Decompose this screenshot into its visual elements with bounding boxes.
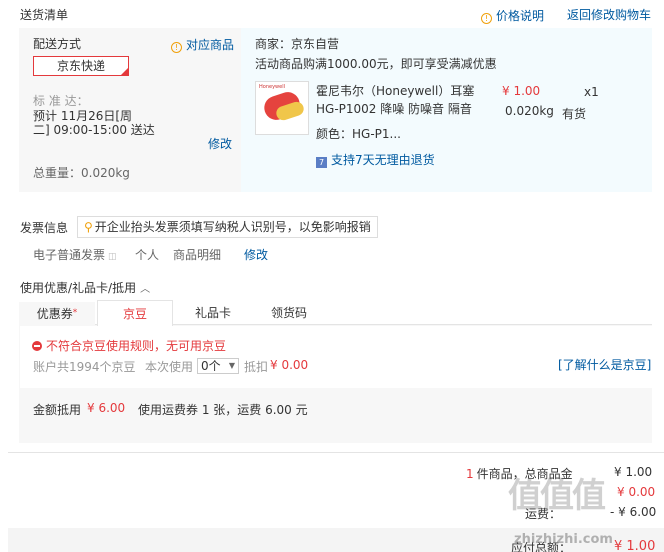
tab-coupon[interactable]: 优惠券*: [19, 302, 95, 325]
selected-corner-icon: [121, 68, 128, 75]
shipping-coupon-text: 使用运费券 1 张，运费 6.00 元: [138, 403, 308, 417]
summary-total: ¥ 1.00: [614, 465, 653, 479]
product-qty: x1: [584, 85, 599, 99]
promo-text: 活动商品购满1000.00元，即可享受满减优惠: [255, 57, 497, 71]
chevron-up-icon: ︿: [140, 284, 151, 295]
watermark-logo: 值值值: [508, 476, 606, 516]
tab-jd-beans[interactable]: 京豆: [97, 300, 173, 326]
product-name-line2[interactable]: HG-P1002 降噪 防噪音 隔音: [316, 100, 472, 117]
beans-select[interactable]: 0个 ▼: [197, 358, 239, 374]
return-policy: 7 支持7天无理由退货: [316, 151, 435, 168]
product-color: 颜色：HG-P1...: [316, 127, 401, 141]
beans-deduct-value: ¥ 0.00: [270, 358, 309, 372]
warning-icon: !: [171, 42, 182, 53]
jd-beans-content: 不符合京豆使用规则，无可用京豆 账户共1994个京豆 本次使用 0个 ▼ 抵扣 ¥…: [20, 326, 652, 388]
invoice-help-icon[interactable]: ◫: [108, 252, 117, 262]
beans-error: 不符合京豆使用规则，无可用京豆: [32, 337, 226, 354]
invoice-tip: ⚲ 开企业抬头发票须填写纳税人识别号，以免影响报销: [77, 216, 378, 238]
invoice-type: 电子普通发票 ◫: [33, 248, 117, 262]
location-pin-icon: ⚲: [84, 220, 93, 234]
product-weight: 0.020kg: [505, 104, 554, 118]
section-divider: [8, 452, 664, 453]
amount-offset-label: 金额抵用: [33, 403, 82, 417]
tab-gift-card[interactable]: 礼品卡: [175, 302, 251, 325]
summary-row2-value: ¥ 0.00: [617, 485, 656, 499]
back-to-cart-link[interactable]: 返回修改购物车: [567, 6, 651, 23]
summary-row3-value: - ¥ 6.00: [610, 505, 657, 519]
courier-option-jd[interactable]: 京东快递: [33, 56, 129, 76]
invoice-detail: 商品明细: [173, 248, 222, 262]
stock-status: 有货: [562, 107, 587, 121]
match-product-link[interactable]: ! 对应商品: [171, 36, 234, 53]
shipping-modify-link[interactable]: 修改: [208, 135, 232, 152]
beans-account: 账户共1994个京豆: [33, 360, 136, 374]
info-icon: !: [481, 13, 492, 24]
price-note-link[interactable]: ! 价格说明: [481, 7, 544, 24]
thumb-brand: Honeywell: [259, 84, 285, 90]
invoice-modify-link[interactable]: 修改: [244, 246, 268, 263]
delivery-time-line2: 二] 09:00-15:00 送达: [33, 123, 155, 137]
beans-use-label: 本次使用: [145, 360, 194, 374]
dropdown-arrow-icon: ▼: [228, 361, 235, 370]
watermark-url: zhizhizhi.com: [514, 532, 613, 547]
return-policy-icon: 7: [316, 157, 327, 168]
amount-offset-value: ¥ 6.00: [87, 401, 126, 415]
section-title-shipping-list: 送货清单: [20, 8, 69, 22]
payable-value: ¥ 1.00: [614, 539, 656, 552]
invoice-title: 发票信息: [20, 221, 69, 235]
tab-redeem-code[interactable]: 领货码: [251, 302, 327, 325]
seller-name: 商家：京东自营: [255, 37, 340, 51]
shipping-method-title: 配送方式: [33, 37, 82, 51]
product-thumbnail[interactable]: Honeywell: [255, 81, 309, 135]
invoice-person: 个人: [135, 248, 160, 262]
product-name-line1[interactable]: 霍尼韦尔（Honeywell）耳塞: [316, 82, 474, 99]
learn-beans-link[interactable]: [了解什么是京豆]: [558, 356, 651, 373]
error-icon: [32, 341, 42, 351]
beans-deduct-label: 抵扣: [244, 360, 269, 374]
shipping-panel: 配送方式 ! 对应商品 京东快递 标 准 达： 预计 11月26日[周 二] 09…: [19, 28, 241, 192]
total-weight: 总重量：0.020kg: [33, 166, 130, 180]
product-price: ¥ 1.00: [502, 84, 541, 98]
merchant-panel: 商家：京东自营 活动商品购满1000.00元，即可享受满减优惠 Honeywel…: [241, 28, 652, 192]
coupon-section-toggle[interactable]: 使用优惠/礼品卡/抵用 ︿: [20, 279, 150, 296]
